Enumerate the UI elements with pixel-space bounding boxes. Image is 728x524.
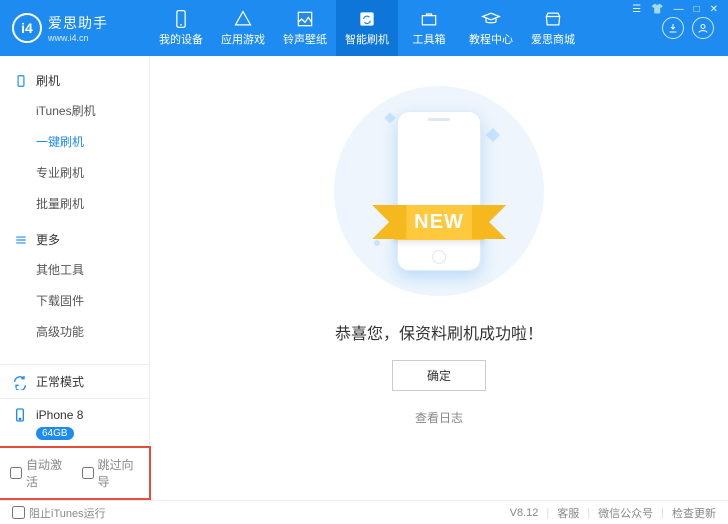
auto-activate-checkbox[interactable]: 自动激活 [10, 456, 68, 490]
refresh-icon [357, 9, 377, 29]
sidebar-item-itunes-flash[interactable]: iTunes刷机 [0, 95, 149, 126]
success-message: 恭喜您，保资料刷机成功啦！ [335, 320, 543, 344]
skin-icon[interactable]: 👕 [651, 4, 663, 15]
apps-icon [233, 9, 253, 29]
sidebar-item-advanced[interactable]: 高级功能 [0, 316, 149, 347]
device-mode[interactable]: 正常模式 [0, 364, 149, 398]
nav-ringtones[interactable]: 铃声壁纸 [274, 0, 336, 56]
phone-graphic [397, 111, 481, 271]
window-controls: ☰ 👕 — □ ✕ [632, 4, 718, 15]
nav-tutorials[interactable]: 教程中心 [460, 0, 522, 56]
image-icon [295, 9, 315, 29]
sidebar: 刷机 iTunes刷机 一键刷机 专业刷机 批量刷机 更多 其他工具 下载固件 … [0, 56, 150, 500]
list-icon [14, 233, 28, 247]
check-update-link[interactable]: 检查更新 [672, 505, 716, 521]
logo-icon: i4 [12, 13, 42, 43]
menu-icon[interactable]: ☰ [632, 4, 641, 15]
version-label: V8.12 [510, 507, 539, 519]
sidebar-item-other-tools[interactable]: 其他工具 [0, 254, 149, 285]
store-icon [543, 9, 563, 29]
sidebar-item-download-firmware[interactable]: 下载固件 [0, 285, 149, 316]
sync-icon [12, 374, 28, 390]
nav-flash[interactable]: 智能刷机 [336, 0, 398, 56]
view-log-link[interactable]: 查看日志 [415, 409, 463, 426]
skip-guide-checkbox[interactable]: 跳过向导 [82, 456, 140, 490]
flash-options: 自动激活 跳过向导 [0, 446, 151, 500]
top-nav: 我的设备 应用游戏 铃声壁纸 智能刷机 工具箱 教程中心 爱思商城 [150, 0, 662, 56]
device-name: iPhone 8 [36, 408, 83, 422]
new-ribbon: NEW [394, 205, 484, 240]
nav-my-device[interactable]: 我的设备 [150, 0, 212, 56]
sidebar-section-flash[interactable]: 刷机 [0, 66, 149, 95]
storage-badge: 64GB [36, 427, 74, 440]
maximize-button[interactable]: □ [694, 4, 700, 15]
phone-small-icon [12, 407, 28, 423]
sidebar-section-more[interactable]: 更多 [0, 225, 149, 254]
support-link[interactable]: 客服 [557, 505, 579, 521]
brand-url: www.i4.cn [48, 33, 108, 43]
graduation-icon [481, 9, 501, 29]
nav-toolbox[interactable]: 工具箱 [398, 0, 460, 56]
wechat-link[interactable]: 微信公众号 [598, 505, 653, 521]
sidebar-item-batch-flash[interactable]: 批量刷机 [0, 188, 149, 219]
nav-apps[interactable]: 应用游戏 [212, 0, 274, 56]
device-icon [14, 74, 28, 88]
toolbox-icon [419, 9, 439, 29]
app-logo: i4 爱思助手 www.i4.cn [12, 13, 150, 43]
block-itunes-checkbox[interactable]: 阻止iTunes运行 [12, 505, 106, 521]
success-illustration: NEW [334, 86, 544, 296]
download-button[interactable] [662, 17, 684, 39]
device-info[interactable]: iPhone 8 64GB [0, 398, 149, 448]
close-button[interactable]: ✕ [710, 4, 718, 15]
status-bar: 阻止iTunes运行 V8.12 | 客服 | 微信公众号 | 检查更新 [0, 500, 728, 524]
nav-store[interactable]: 爱思商城 [522, 0, 584, 56]
main-content: NEW 恭喜您，保资料刷机成功啦！ 确定 查看日志 [150, 56, 728, 500]
account-button[interactable] [692, 17, 714, 39]
minimize-button[interactable]: — [674, 4, 684, 15]
sidebar-item-onekey-flash[interactable]: 一键刷机 [0, 126, 149, 157]
phone-icon [171, 9, 191, 29]
confirm-button[interactable]: 确定 [392, 360, 486, 391]
sidebar-item-pro-flash[interactable]: 专业刷机 [0, 157, 149, 188]
brand-name: 爱思助手 [48, 13, 108, 33]
